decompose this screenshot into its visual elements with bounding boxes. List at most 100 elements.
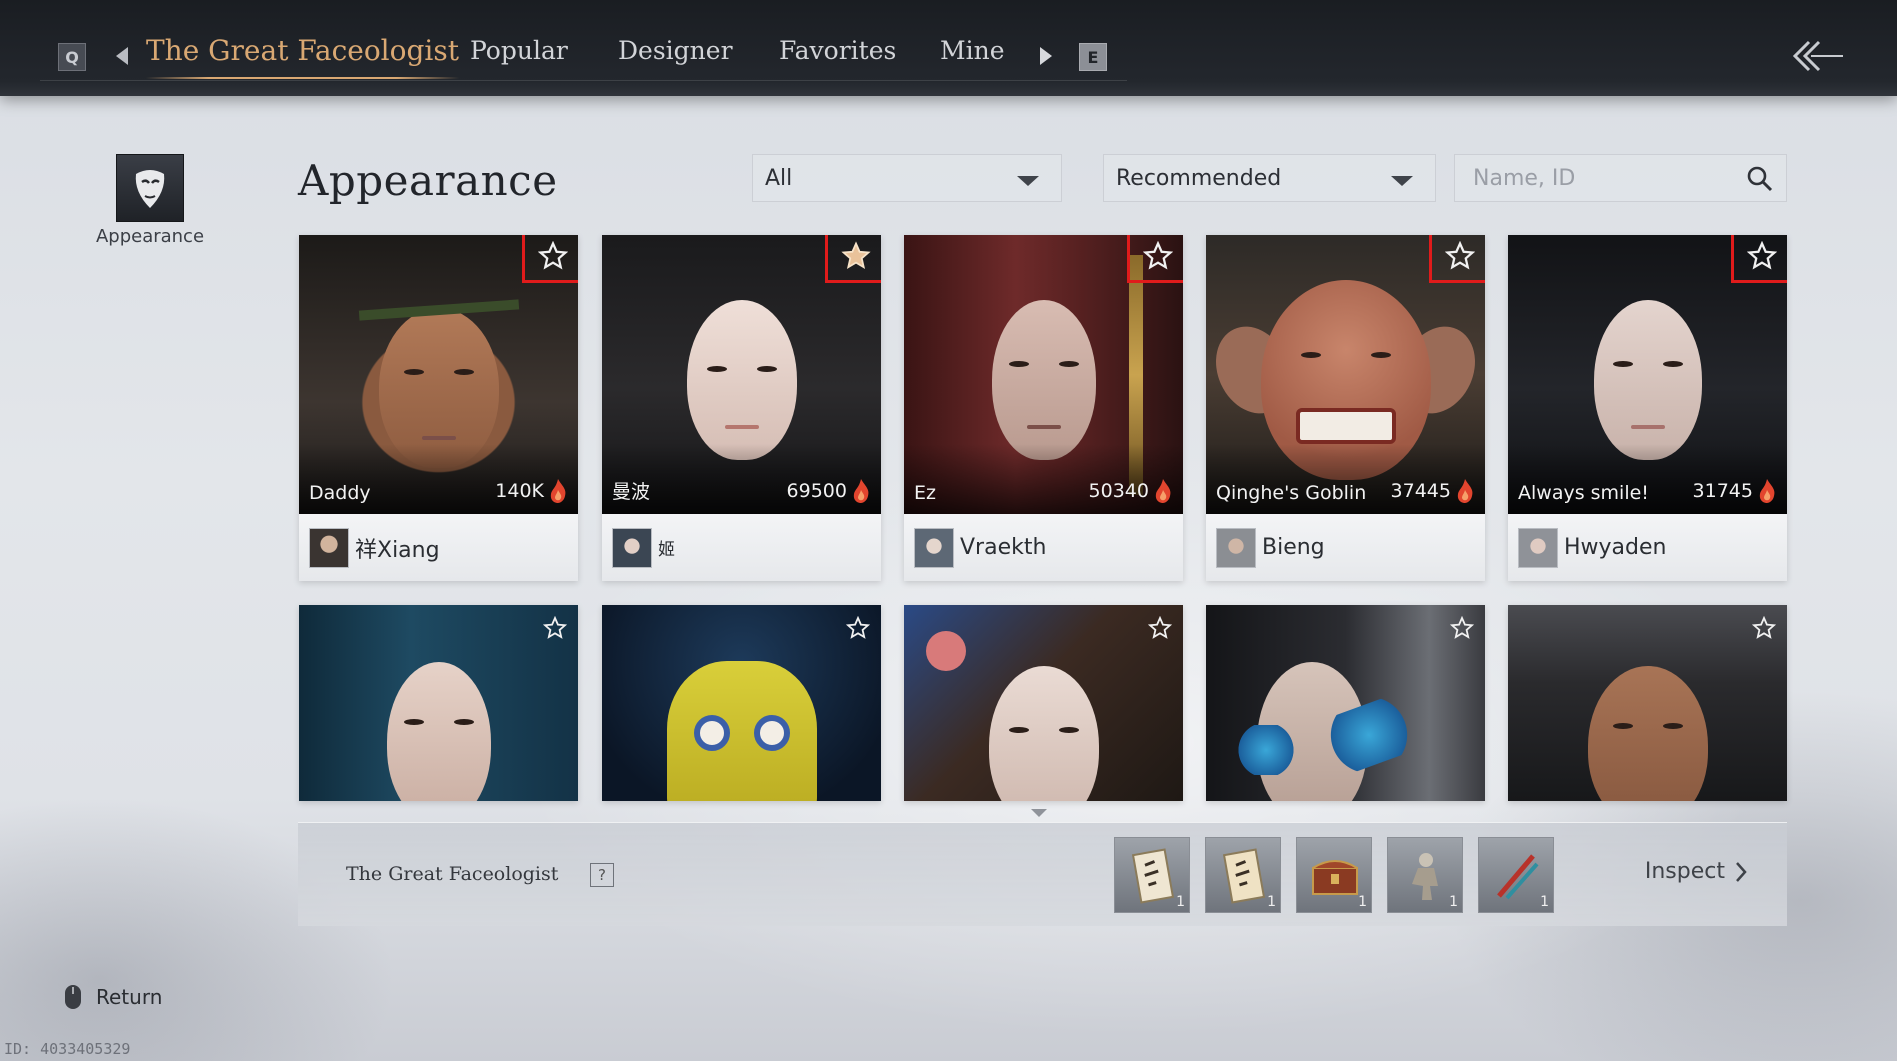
appearance-card[interactable]: [299, 605, 578, 801]
tab-designer[interactable]: Designer: [618, 36, 733, 65]
q-key-hint[interactable]: Q: [58, 43, 86, 71]
chest-icon: [1312, 860, 1358, 895]
figure-icon: [1412, 853, 1438, 900]
favorite-star-button[interactable]: [1145, 613, 1175, 643]
favorite-star-button[interactable]: [825, 235, 881, 283]
appearance-card[interactable]: [1508, 605, 1787, 801]
creator-row[interactable]: 姬: [602, 514, 881, 581]
search-box[interactable]: [1454, 154, 1787, 202]
tab-great-faceologist[interactable]: The Great Faceologist: [146, 34, 459, 79]
popularity-count: 69500: [786, 480, 847, 502]
reward-qty: 1: [1358, 894, 1367, 910]
appearance-card[interactable]: Daddy 140K 祥Xiang: [299, 235, 578, 581]
portrait-image[interactable]: Daddy 140K: [299, 235, 578, 514]
favorite-star-button[interactable]: [843, 613, 873, 643]
creator-row[interactable]: Hwyaden: [1508, 514, 1787, 581]
reward-item[interactable]: 1: [1205, 837, 1281, 913]
creator-row[interactable]: Vraekth: [904, 514, 1183, 581]
tab-favorites[interactable]: Favorites: [779, 36, 896, 65]
portrait-image[interactable]: [1508, 605, 1787, 801]
portrait-image[interactable]: Qinghe's Goblin 37445: [1206, 235, 1485, 514]
achievement-title: The Great Faceologist: [346, 863, 559, 885]
avatar: [1518, 527, 1558, 568]
star-outline-icon: [538, 241, 568, 270]
appearance-card[interactable]: 曼波 69500 姬: [602, 235, 881, 581]
category-filter-dropdown[interactable]: All: [752, 154, 1062, 202]
reward-item[interactable]: 1: [1387, 837, 1463, 913]
sort-dropdown[interactable]: Recommended: [1103, 154, 1436, 202]
portrait-image[interactable]: Always smile! 31745: [1508, 235, 1787, 514]
creator-name: 姬: [658, 540, 675, 560]
favorite-star-button[interactable]: [1447, 613, 1477, 643]
appearance-card[interactable]: Ez 50340 Vraekth: [904, 235, 1183, 581]
appearance-card[interactable]: [904, 605, 1183, 801]
popularity-count: 140K: [495, 480, 544, 502]
reward-item[interactable]: 1: [1296, 837, 1372, 913]
tab-mine[interactable]: Mine: [940, 36, 1005, 65]
favorite-star-button[interactable]: [1127, 235, 1183, 283]
mask-icon: [135, 170, 165, 208]
chevron-down-icon: [1017, 176, 1039, 186]
return-button[interactable]: Return: [64, 984, 162, 1010]
portrait-image[interactable]: [904, 605, 1183, 801]
reward-qty: 1: [1449, 894, 1458, 910]
top-nav-bar: Q The Great Faceologist Popular Designer…: [0, 0, 1897, 96]
favorite-star-button[interactable]: [522, 235, 578, 283]
flame-icon: [1457, 479, 1473, 503]
sidebar-item-appearance[interactable]: [116, 154, 184, 222]
category-filter-value: All: [765, 165, 793, 191]
favorite-star-button[interactable]: [1731, 235, 1787, 283]
flame-icon: [1759, 479, 1775, 503]
achievement-panel: The Great Faceologist ? 1 1 1 1 1 Inspec…: [298, 809, 1787, 926]
reward-item[interactable]: 1: [1114, 837, 1190, 913]
avatar: [612, 527, 652, 568]
portrait-image[interactable]: [602, 605, 881, 801]
star-outline-icon: [1450, 616, 1474, 639]
creator-name: 祥Xiang: [355, 537, 440, 563]
favorite-star-button[interactable]: [1749, 613, 1779, 643]
popularity-count: 50340: [1088, 480, 1149, 502]
creator-row[interactable]: Bieng: [1206, 514, 1485, 581]
popularity: 50340: [1089, 478, 1173, 504]
card-name: Ez: [914, 482, 936, 504]
star-outline-icon: [1747, 241, 1777, 270]
reward-qty: 1: [1267, 894, 1276, 910]
inspect-label: Inspect: [1644, 859, 1725, 884]
page-title: Appearance: [298, 156, 558, 205]
back-arrow-icon[interactable]: [1789, 36, 1845, 76]
appearance-card[interactable]: Qinghe's Goblin 37445 Bieng: [1206, 235, 1485, 581]
star-outline-icon: [1148, 616, 1172, 639]
portrait-image[interactable]: [1206, 605, 1485, 801]
popularity-count: 31745: [1692, 480, 1753, 502]
avatar: [309, 527, 349, 568]
search-icon[interactable]: [1746, 165, 1774, 193]
popularity: 69500: [787, 478, 871, 504]
inspect-button[interactable]: Inspect: [1645, 859, 1747, 884]
reward-qty: 1: [1540, 894, 1549, 910]
popularity: 37445: [1391, 478, 1475, 504]
help-button[interactable]: ?: [590, 863, 614, 887]
appearance-card[interactable]: [602, 605, 881, 801]
reward-item[interactable]: 1: [1478, 837, 1554, 913]
appearance-card[interactable]: [1206, 605, 1485, 801]
next-tab-arrow-icon[interactable]: [1040, 47, 1052, 65]
creator-row[interactable]: 祥Xiang: [299, 514, 578, 581]
portrait-image[interactable]: Ez 50340: [904, 235, 1183, 514]
scroll-down-icon[interactable]: [1031, 809, 1047, 817]
favorite-star-button[interactable]: [540, 613, 570, 643]
prev-tab-arrow-icon[interactable]: [116, 47, 128, 65]
tab-popular[interactable]: Popular: [470, 36, 568, 65]
popularity: 31745: [1693, 478, 1777, 504]
portrait-image[interactable]: [299, 605, 578, 801]
favorite-star-button[interactable]: [1429, 235, 1485, 283]
appearance-card[interactable]: Always smile! 31745 Hwyaden: [1508, 235, 1787, 581]
mouse-icon: [65, 985, 81, 1009]
portrait-image[interactable]: 曼波 69500: [602, 235, 881, 514]
e-key-hint[interactable]: E: [1079, 43, 1107, 71]
popularity: 140K: [495, 478, 568, 504]
search-input[interactable]: [1473, 165, 1733, 191]
chevron-right-icon: [1736, 861, 1747, 882]
flame-icon: [1155, 479, 1171, 503]
scroll-icon: [1131, 848, 1175, 904]
star-outline-icon: [1752, 616, 1776, 639]
